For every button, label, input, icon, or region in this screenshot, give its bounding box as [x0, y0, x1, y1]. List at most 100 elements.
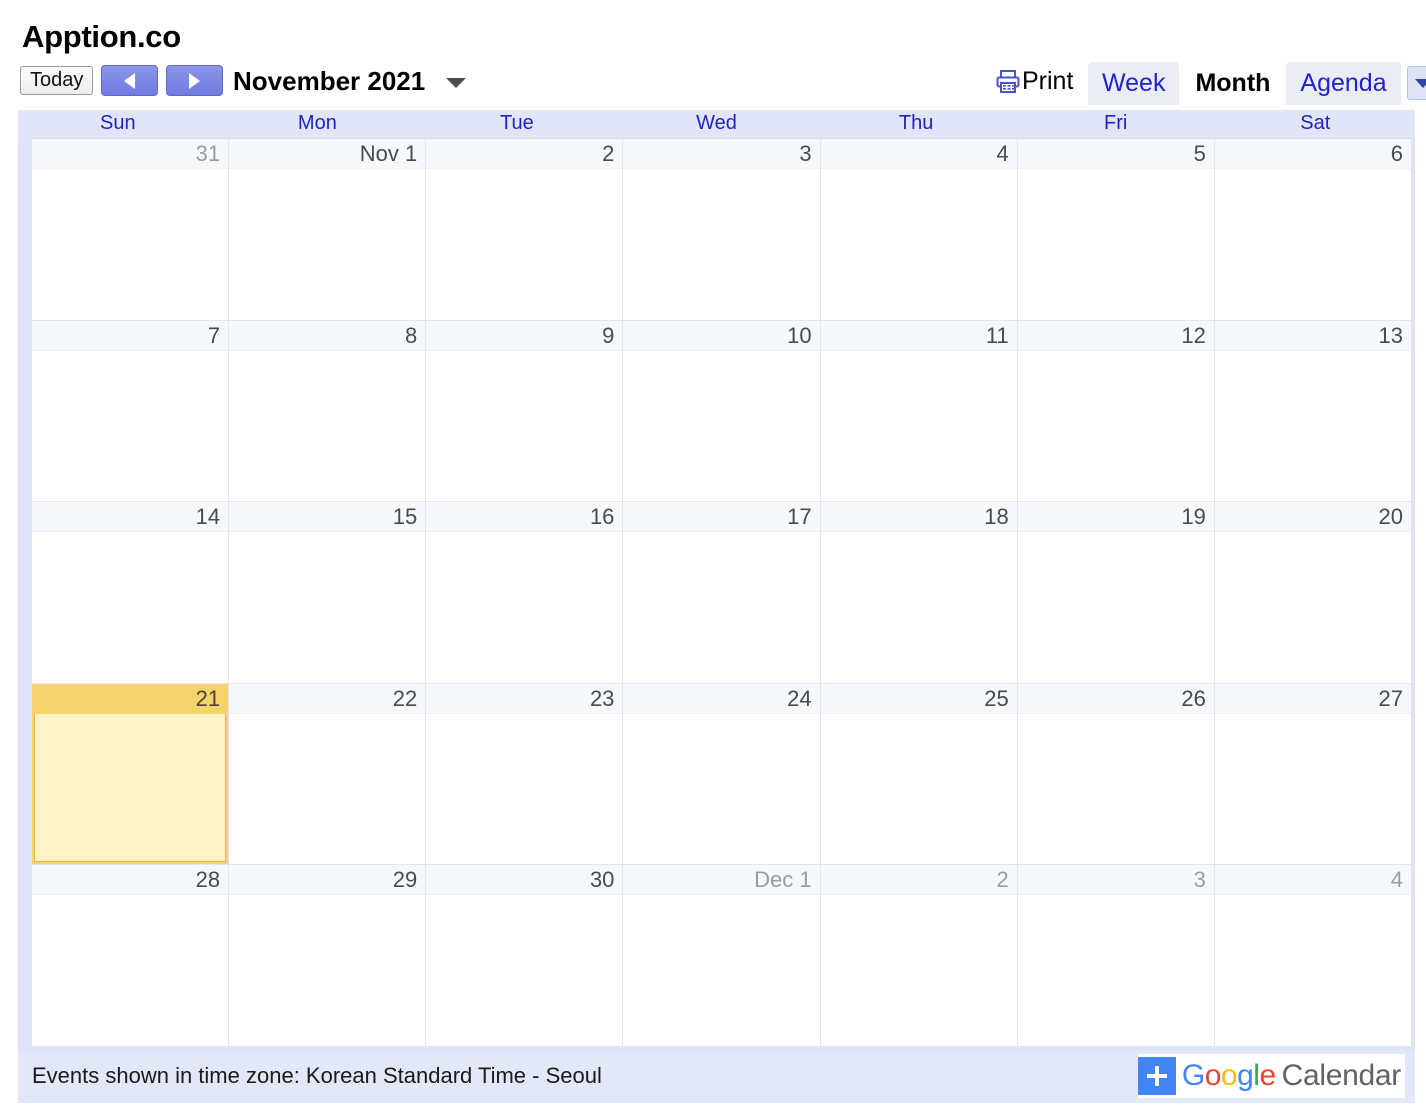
day-number: 5: [1017, 139, 1214, 169]
day-cell[interactable]: 13: [1214, 320, 1411, 502]
day-cell[interactable]: Nov 1: [229, 139, 427, 320]
day-number: 26: [1017, 683, 1214, 714]
day-events-area[interactable]: [32, 351, 228, 502]
tab-month[interactable]: Month: [1181, 62, 1285, 105]
day-events-area[interactable]: [229, 351, 425, 502]
day-cell[interactable]: 15: [229, 502, 427, 683]
tab-agenda[interactable]: Agenda: [1286, 62, 1401, 105]
dow-fri: Fri: [1104, 112, 1128, 134]
day-cell[interactable]: 25: [820, 683, 1018, 865]
day-cell[interactable]: 23: [426, 683, 624, 865]
next-period-button[interactable]: [166, 65, 223, 96]
day-cell-today[interactable]: 21: [32, 683, 230, 865]
day-events-area[interactable]: [426, 895, 622, 1046]
day-cell[interactable]: 18: [820, 502, 1018, 683]
printer-icon: [995, 68, 1021, 94]
today-button[interactable]: Today: [20, 66, 94, 95]
day-cell[interactable]: 14: [32, 502, 230, 683]
day-events-area[interactable]: [1215, 351, 1411, 502]
day-events-area[interactable]: [623, 532, 819, 683]
google-calendar-embed: Apption.co Today November 2021 Print Wee…: [0, 0, 1426, 1110]
day-number: 19: [1017, 502, 1214, 533]
day-cell[interactable]: 8: [229, 320, 427, 502]
day-events-area[interactable]: [426, 351, 622, 502]
calendar-wordmark: Calendar: [1281, 1059, 1402, 1092]
day-events-area[interactable]: [623, 351, 819, 502]
day-events-area[interactable]: [1018, 351, 1214, 502]
day-cell[interactable]: 6: [1214, 139, 1411, 320]
day-events-area[interactable]: [1215, 895, 1411, 1046]
day-events-area[interactable]: [623, 714, 819, 865]
day-cell[interactable]: 16: [426, 502, 624, 683]
day-events-area[interactable]: [32, 169, 228, 320]
day-cell[interactable]: 12: [1017, 320, 1215, 502]
day-events-area[interactable]: [1215, 532, 1411, 683]
day-cell[interactable]: 30: [426, 865, 624, 1046]
day-events-area[interactable]: [821, 532, 1017, 683]
day-number: 25: [820, 683, 1017, 714]
day-cell[interactable]: Dec 1: [623, 865, 821, 1046]
day-events-area[interactable]: [623, 895, 819, 1046]
day-cell[interactable]: 27: [1214, 683, 1411, 865]
day-cell[interactable]: 7: [32, 320, 230, 502]
dow-tue: Tue: [500, 112, 534, 134]
day-cell[interactable]: 31: [32, 139, 230, 320]
day-cell[interactable]: 10: [623, 320, 821, 502]
day-events-area[interactable]: [821, 169, 1017, 320]
dow-thu: Thu: [898, 112, 934, 134]
day-cell[interactable]: 2: [426, 139, 624, 320]
previous-period-button[interactable]: [101, 65, 158, 96]
google-calendar-logo[interactable]: Google Calendar: [1137, 1054, 1405, 1098]
day-events-area[interactable]: [229, 895, 425, 1046]
day-cell[interactable]: 11: [820, 320, 1018, 502]
day-events-area[interactable]: [1018, 169, 1214, 320]
day-events-area[interactable]: [1018, 532, 1214, 683]
day-events-area[interactable]: [229, 169, 425, 320]
period-chevron-down-icon[interactable]: [446, 78, 466, 88]
day-cell[interactable]: 3: [623, 139, 821, 320]
day-cell[interactable]: 28: [32, 865, 230, 1046]
day-number: 30: [426, 865, 623, 896]
day-events-area[interactable]: [1215, 169, 1411, 320]
day-cell[interactable]: 5: [1017, 139, 1215, 320]
day-cell[interactable]: 9: [426, 320, 624, 502]
view-options-button[interactable]: [1406, 66, 1426, 100]
day-events-area[interactable]: [1018, 895, 1214, 1046]
day-number: 12: [1017, 320, 1214, 351]
day-cell[interactable]: 22: [229, 683, 427, 865]
day-cell[interactable]: 17: [623, 502, 821, 683]
day-number: Dec 1: [623, 865, 820, 896]
day-number: 6: [1214, 139, 1411, 169]
day-cell[interactable]: 4: [820, 139, 1018, 320]
day-number: 13: [1214, 320, 1411, 351]
day-cell[interactable]: 20: [1214, 502, 1411, 683]
day-events-area[interactable]: [229, 532, 425, 683]
day-events-area[interactable]: [426, 532, 622, 683]
tab-week[interactable]: Week: [1088, 62, 1180, 105]
google-wordmark: Google: [1182, 1058, 1276, 1094]
day-events-area[interactable]: [32, 895, 228, 1046]
day-events-area[interactable]: [229, 714, 425, 865]
day-events-area[interactable]: [426, 169, 622, 320]
day-events-area[interactable]: [821, 351, 1017, 502]
day-events-area[interactable]: [426, 714, 622, 865]
day-events-area[interactable]: [1215, 714, 1411, 865]
day-events-area[interactable]: [1018, 714, 1214, 865]
day-cell[interactable]: 4: [1214, 865, 1411, 1046]
week-row: 21 22 23 24 25 26 27: [32, 683, 1411, 866]
today-button-label: Today: [30, 69, 84, 91]
day-cell[interactable]: 19: [1017, 502, 1215, 683]
day-cell[interactable]: 24: [623, 683, 821, 865]
day-events-area[interactable]: [34, 713, 227, 863]
day-cell[interactable]: 2: [820, 865, 1018, 1046]
day-cell[interactable]: 3: [1017, 865, 1215, 1046]
day-cell[interactable]: 29: [229, 865, 427, 1046]
day-events-area[interactable]: [32, 532, 228, 683]
day-cell[interactable]: 26: [1017, 683, 1215, 865]
day-events-area[interactable]: [623, 169, 819, 320]
day-events-area[interactable]: [821, 714, 1017, 865]
day-number: 15: [229, 502, 426, 533]
week-row: 28 29 30 Dec 1234: [32, 865, 1411, 1046]
day-events-area[interactable]: [821, 895, 1017, 1046]
print-button[interactable]: Print: [995, 64, 1073, 98]
